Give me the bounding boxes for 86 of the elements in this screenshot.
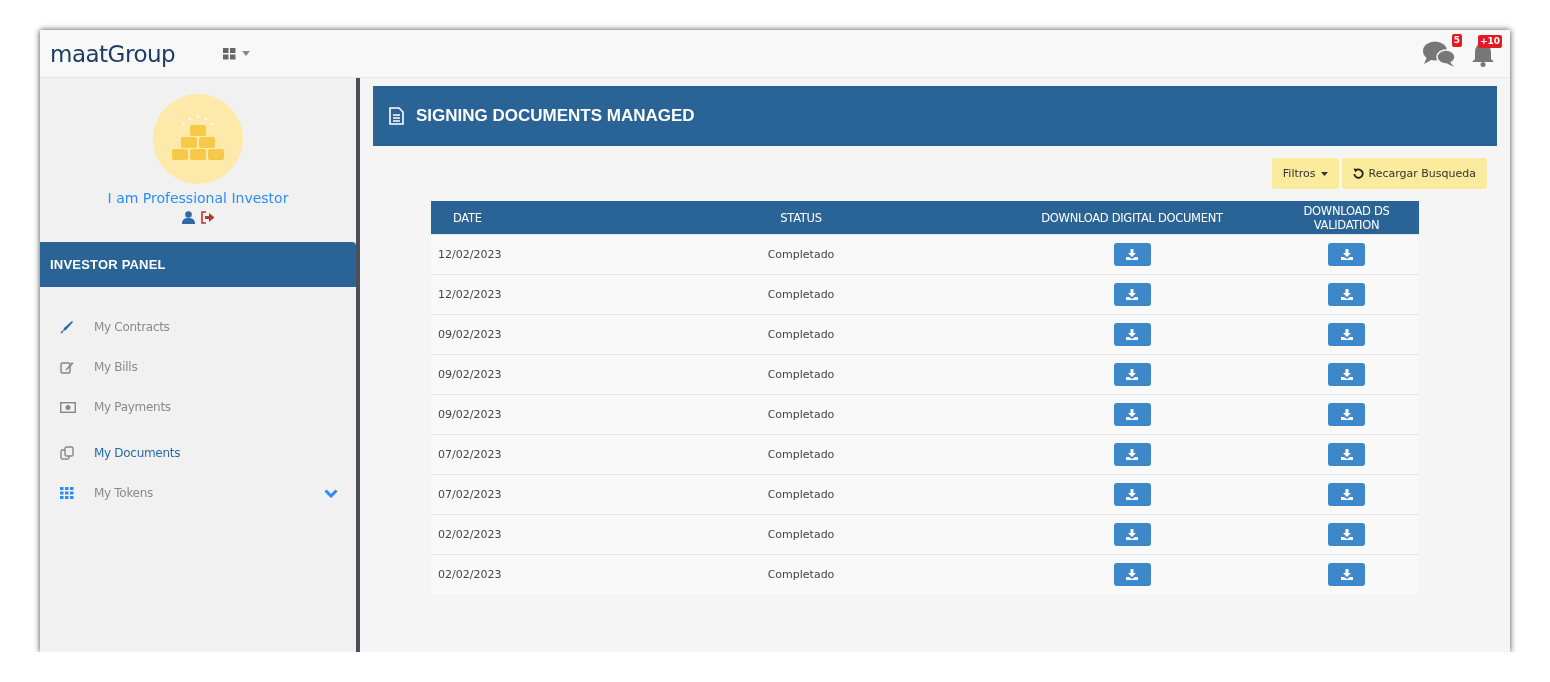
menu-item[interactable]: My Contracts bbox=[40, 307, 356, 347]
download-icon bbox=[1340, 449, 1353, 460]
reload-button[interactable]: Recargar Busqueda bbox=[1341, 158, 1487, 189]
caret-icon bbox=[1320, 171, 1328, 176]
download-button[interactable] bbox=[1113, 563, 1151, 586]
status-cell: Completado bbox=[612, 514, 990, 555]
download-button[interactable] bbox=[1328, 443, 1365, 466]
column-header: DATE bbox=[431, 201, 612, 235]
download-button[interactable] bbox=[1328, 483, 1365, 506]
download-icon bbox=[1126, 569, 1138, 580]
logo[interactable]: maatGroup bbox=[50, 40, 176, 67]
date-cell: 12/02/2023 bbox=[431, 234, 612, 275]
download-icon bbox=[1126, 369, 1138, 380]
download-button[interactable] bbox=[1113, 283, 1151, 306]
logout-icon[interactable] bbox=[199, 211, 215, 224]
date-cell: 07/02/2023 bbox=[431, 474, 612, 515]
download-icon bbox=[1126, 289, 1138, 300]
date-cell: 09/02/2023 bbox=[431, 394, 612, 435]
page-title: SIGNING DOCUMENTS MANAGED bbox=[416, 106, 695, 126]
user-icon[interactable] bbox=[181, 211, 195, 224]
download-icon bbox=[1126, 449, 1138, 460]
download-button[interactable] bbox=[1328, 563, 1365, 586]
column-header: STATUS bbox=[612, 201, 990, 235]
status-cell: Completado bbox=[612, 474, 990, 515]
download-icon bbox=[1340, 569, 1353, 580]
download-button[interactable] bbox=[1328, 363, 1365, 386]
download-icon bbox=[1340, 529, 1353, 540]
banknote-icon bbox=[60, 401, 76, 413]
user-name: I am Professional Investor bbox=[107, 190, 289, 206]
download-icon bbox=[1126, 529, 1138, 540]
date-cell: 07/02/2023 bbox=[431, 434, 612, 475]
download-icon bbox=[1340, 289, 1353, 300]
download-icon bbox=[1340, 489, 1353, 500]
date-cell: 09/02/2023 bbox=[431, 354, 612, 395]
download-button[interactable] bbox=[1113, 363, 1151, 386]
download-icon bbox=[1126, 249, 1138, 260]
pen-icon bbox=[60, 320, 74, 334]
bars-stack-icon bbox=[170, 115, 226, 163]
download-button[interactable] bbox=[1113, 243, 1151, 266]
filter-button[interactable]: Filtros bbox=[1271, 158, 1339, 189]
download-icon bbox=[1126, 489, 1138, 500]
download-button[interactable] bbox=[1113, 443, 1151, 466]
menu-item[interactable]: My Bills bbox=[40, 347, 356, 387]
edit-icon bbox=[60, 360, 74, 374]
download-button[interactable] bbox=[1328, 283, 1365, 306]
column-header: DOWNLOAD DIGITAL DOCUMENT bbox=[990, 201, 1274, 235]
download-button[interactable] bbox=[1113, 523, 1151, 546]
download-icon bbox=[1340, 329, 1353, 340]
grid-icon bbox=[60, 487, 74, 499]
document-icon bbox=[389, 107, 404, 125]
download-icon bbox=[1126, 409, 1138, 420]
date-cell: 02/02/2023 bbox=[431, 554, 612, 594]
date-cell: 09/02/2023 bbox=[431, 314, 612, 355]
menu-item[interactable]: My Documents bbox=[40, 433, 356, 473]
status-cell: Completado bbox=[612, 434, 990, 475]
column-header: DOWNLOAD DS VALIDATION bbox=[1274, 201, 1419, 235]
status-cell: Completado bbox=[612, 234, 990, 275]
status-cell: Completado bbox=[612, 314, 990, 355]
download-button[interactable] bbox=[1328, 323, 1365, 346]
download-button[interactable] bbox=[1113, 483, 1151, 506]
download-button[interactable] bbox=[1328, 243, 1365, 266]
caret-icon[interactable] bbox=[242, 51, 251, 56]
status-cell: Completado bbox=[612, 554, 990, 594]
download-icon bbox=[1340, 249, 1353, 260]
download-button[interactable] bbox=[1328, 523, 1365, 546]
status-cell: Completado bbox=[612, 354, 990, 395]
chevron-down-icon[interactable] bbox=[324, 488, 338, 498]
date-cell: 12/02/2023 bbox=[431, 274, 612, 315]
notification-badge: 5 bbox=[1451, 33, 1462, 47]
reload-icon bbox=[1352, 168, 1364, 179]
notification-badge: +10 bbox=[1477, 34, 1502, 48]
chat-icon[interactable] bbox=[1422, 39, 1456, 68]
download-button[interactable] bbox=[1328, 403, 1365, 426]
download-icon bbox=[1340, 369, 1353, 380]
copy-icon bbox=[60, 446, 74, 460]
status-cell: Completado bbox=[612, 394, 990, 435]
date-cell: 02/02/2023 bbox=[431, 514, 612, 555]
download-icon bbox=[1340, 409, 1353, 420]
panel-header: INVESTOR PANEL bbox=[40, 242, 356, 287]
download-icon bbox=[1126, 329, 1138, 340]
menu-item[interactable]: My Tokens bbox=[40, 473, 356, 513]
apps-grid-icon[interactable] bbox=[223, 47, 237, 60]
status-cell: Completado bbox=[612, 274, 990, 315]
menu-item[interactable]: My Payments bbox=[40, 387, 356, 427]
download-button[interactable] bbox=[1113, 323, 1151, 346]
download-button[interactable] bbox=[1113, 403, 1151, 426]
